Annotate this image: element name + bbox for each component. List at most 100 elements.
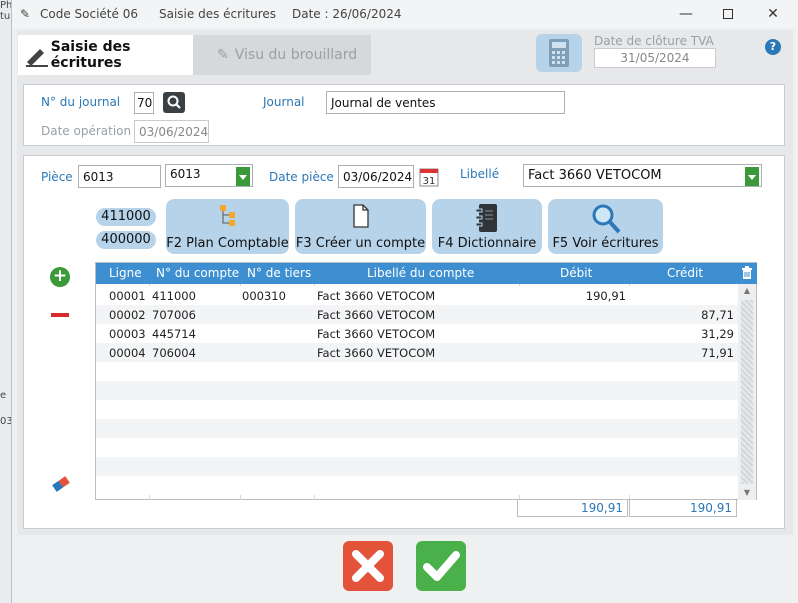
- date-operation-label: Date opération: [41, 124, 132, 138]
- cell-compte: 411000: [152, 289, 196, 303]
- voir-ecritures-button[interactable]: F5 Voir écritures: [548, 199, 663, 254]
- window-title-company: Code Société 06: [40, 7, 138, 21]
- cell-compte: 707006: [152, 308, 196, 322]
- cell-credit: 71,91: [701, 346, 734, 360]
- cell-compte: 445714: [152, 327, 196, 341]
- maximize-button[interactable]: [715, 3, 741, 25]
- tree-icon: [219, 205, 235, 226]
- trash-icon[interactable]: [741, 266, 753, 283]
- creer-compte-button[interactable]: F3 Créer un compte: [295, 199, 426, 254]
- table-row[interactable]: [96, 400, 739, 419]
- edit-icon: [26, 49, 48, 67]
- cell-ligne: 00001: [109, 289, 146, 303]
- help-icon[interactable]: ?: [765, 39, 781, 55]
- account-badge[interactable]: 400000: [96, 231, 156, 249]
- journal-search-button[interactable]: [163, 92, 185, 113]
- col-libelle[interactable]: Libellé du compte: [367, 266, 474, 280]
- journal-name-label: Journal: [263, 95, 305, 109]
- grid-header: Ligne N° du compte N° de tiers Libellé d…: [96, 263, 757, 284]
- add-line-button[interactable]: +: [50, 267, 70, 287]
- creer-compte-label: F3 Créer un compte: [295, 236, 426, 251]
- table-row[interactable]: [96, 476, 739, 495]
- account-badge[interactable]: 411000: [96, 208, 156, 226]
- pencil-icon: ✎: [20, 7, 31, 21]
- tab-visu-label: Visu du brouillard: [234, 47, 358, 63]
- cell-ligne: 00002: [109, 308, 146, 322]
- title-bar: ✎ Code Société 06 Saisie des écritures D…: [12, 0, 798, 28]
- cell-compte: 706004: [152, 346, 196, 360]
- chevron-down-icon[interactable]: [745, 167, 759, 186]
- plan-comptable-button[interactable]: F2 Plan Comptable: [166, 199, 289, 254]
- cancel-button[interactable]: [343, 541, 393, 591]
- notebook-icon: [475, 204, 497, 232]
- validate-button[interactable]: [416, 541, 466, 591]
- cell-ligne: 00003: [109, 327, 146, 341]
- grid-scrollbar[interactable]: ▲ ▼: [738, 284, 756, 500]
- window-title-date: Date : 26/06/2024: [292, 7, 402, 21]
- journal-name-input[interactable]: Journal de ventes: [326, 91, 565, 114]
- piece-select[interactable]: 6013: [165, 164, 253, 187]
- col-debit[interactable]: Débit: [560, 266, 592, 280]
- journal-number-label: N° du journal: [41, 95, 121, 109]
- entries-grid: Ligne N° du compte N° de tiers Libellé d…: [95, 262, 757, 500]
- voir-ecritures-label: F5 Voir écritures: [552, 236, 659, 251]
- journal-number-input[interactable]: 70: [134, 92, 154, 114]
- col-credit[interactable]: Crédit: [667, 266, 703, 280]
- piece-input[interactable]: 6013: [78, 165, 161, 188]
- tva-close-label: Date de clôture TVA: [594, 34, 714, 48]
- background-text: tu: [0, 11, 11, 22]
- journal-section: N° du journal 70 Journal Journal de vent…: [23, 84, 785, 146]
- close-icon: [352, 550, 384, 582]
- table-row[interactable]: 00001 411000 000310 Fact 3660 VETOCOM 190,91: [96, 286, 739, 305]
- col-ligne[interactable]: Ligne: [109, 266, 142, 280]
- tab-visu-brouillard[interactable]: ✎ Visu du brouillard: [193, 35, 371, 75]
- col-compte[interactable]: N° du compte: [156, 266, 239, 280]
- chevron-down-icon[interactable]: [236, 167, 250, 186]
- window-title-module: Saisie des écritures: [159, 7, 277, 21]
- draft-icon: ✎: [217, 47, 229, 63]
- scroll-up-icon[interactable]: ▲: [738, 284, 756, 298]
- table-row[interactable]: 00004 706004 Fact 3660 VETOCOM 71,91: [96, 343, 739, 362]
- date-operation-input: 03/06/2024: [134, 120, 209, 143]
- date-piece-input[interactable]: 03/06/2024: [338, 165, 414, 188]
- calculator-button[interactable]: [536, 34, 582, 72]
- dictionnaire-label: F4 Dictionnaire: [437, 236, 537, 251]
- table-row[interactable]: [96, 438, 739, 457]
- cell-libelle: Fact 3660 VETOCOM: [317, 289, 436, 303]
- table-row[interactable]: [96, 381, 739, 400]
- piece-label: Pièce: [41, 170, 73, 184]
- magnifier-icon: [592, 204, 620, 234]
- cell-ligne: 00004: [109, 346, 146, 360]
- check-icon: [423, 551, 460, 581]
- cell-libelle: Fact 3660 VETOCOM: [317, 346, 436, 360]
- eraser-button[interactable]: [52, 475, 70, 493]
- total-debit: 190,91: [517, 499, 628, 517]
- libelle-select[interactable]: Fact 3660 VETOCOM: [523, 164, 762, 187]
- col-tiers[interactable]: N° de tiers: [247, 266, 311, 280]
- table-row[interactable]: [96, 457, 739, 476]
- saisie-window: ✎ Code Société 06 Saisie des écritures D…: [11, 0, 798, 603]
- background-text: e: [0, 390, 7, 401]
- libelle-value: Fact 3660 VETOCOM: [528, 168, 662, 183]
- tab-saisie-label: Saisie des écritures: [50, 39, 131, 71]
- calendar-icon[interactable]: 31: [419, 166, 439, 187]
- table-row[interactable]: [96, 362, 739, 381]
- table-row[interactable]: [96, 419, 739, 438]
- close-window-button[interactable]: ✕: [760, 3, 786, 25]
- scroll-thumb[interactable]: [741, 300, 753, 484]
- plus-icon: +: [52, 266, 68, 286]
- dictionnaire-button[interactable]: F4 Dictionnaire: [432, 199, 542, 254]
- libelle-label: Libellé: [460, 167, 500, 181]
- table-row[interactable]: 00002 707006 Fact 3660 VETOCOM 87,71: [96, 305, 739, 324]
- svg-text:31: 31: [423, 176, 436, 187]
- cell-tiers: 000310: [242, 289, 286, 303]
- cell-credit: 31,29: [701, 327, 734, 341]
- remove-line-button[interactable]: [51, 313, 69, 317]
- tab-saisie[interactable]: Saisie des écritures: [18, 35, 193, 75]
- piece-select-value: 6013: [170, 167, 201, 181]
- total-credit: 190,91: [629, 499, 737, 517]
- scroll-down-icon[interactable]: ▼: [738, 486, 756, 500]
- table-row[interactable]: 00003 445714 Fact 3660 VETOCOM 31,29: [96, 324, 739, 343]
- calculator-icon: [549, 39, 569, 67]
- minimize-button[interactable]: —: [673, 3, 699, 25]
